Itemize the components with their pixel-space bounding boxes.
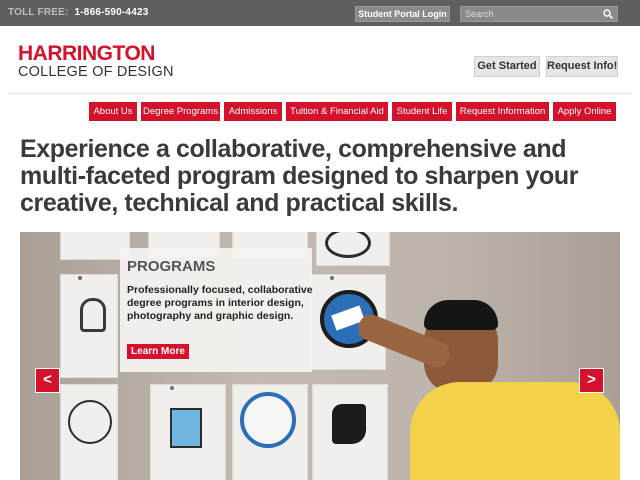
request-info-button[interactable]: Request Info!	[546, 56, 618, 77]
monogram-sketch	[80, 298, 106, 332]
nav-about-us[interactable]: About Us	[89, 102, 137, 121]
slideshow-prev-button[interactable]: <	[35, 368, 60, 393]
nav-apply-online[interactable]: Apply Online	[553, 102, 616, 121]
college-logo[interactable]: HARRINGTON COLLEGE OF DESIGN	[18, 42, 174, 80]
pin-icon	[78, 276, 82, 280]
header-divider	[8, 93, 632, 94]
globe-emblem-icon	[240, 392, 296, 448]
search-icon[interactable]	[602, 8, 614, 20]
utility-bar: TOLL FREE: 1-866-590-4423 Student Portal…	[0, 0, 640, 26]
search-input[interactable]	[461, 7, 601, 21]
chevron-left-icon: <	[43, 371, 52, 388]
student-portal-login-button[interactable]: Student Portal Login	[355, 6, 450, 22]
card-title: PROGRAMS	[127, 258, 216, 275]
logo-wordmark: HARRINGTON	[18, 42, 155, 65]
pin-icon	[330, 276, 334, 280]
person-hair	[424, 300, 498, 330]
page-headline: Experience a collaborative, comprehensiv…	[20, 135, 579, 217]
nav-student-life[interactable]: Student Life	[392, 102, 452, 121]
person-shirt	[410, 382, 620, 480]
shield-icon	[170, 408, 202, 448]
slideshow-next-button[interactable]: >	[579, 368, 604, 393]
toll-free-label: TOLL FREE:	[8, 7, 69, 18]
toll-free-phone: TOLL FREE: 1-866-590-4423	[8, 7, 148, 18]
nav-tuition-financial-aid[interactable]: Tuition & Financial Aid	[286, 102, 388, 121]
get-started-button[interactable]: Get Started	[474, 56, 540, 77]
pin-icon	[170, 386, 174, 390]
logo-subtitle: COLLEGE OF DESIGN	[18, 64, 174, 80]
chevron-right-icon: >	[587, 371, 596, 388]
hero-slideshow: PROGRAMS Professionally focused, collabo…	[20, 232, 620, 480]
card-description: Professionally focused, collaborative de…	[127, 284, 313, 322]
crest-icon	[68, 400, 112, 444]
nav-degree-programs[interactable]: Degree Programs	[141, 102, 220, 121]
nav-admissions[interactable]: Admissions	[224, 102, 282, 121]
nav-request-information[interactable]: Request Information	[456, 102, 549, 121]
toll-free-number[interactable]: 1-866-590-4423	[75, 7, 149, 18]
lion-icon	[332, 404, 366, 444]
learn-more-button[interactable]: Learn More	[127, 344, 189, 359]
programs-card: PROGRAMS Professionally focused, collabo…	[120, 248, 313, 372]
main-nav: About Us Degree Programs Admissions Tuit…	[0, 102, 640, 121]
search-box	[460, 6, 618, 22]
